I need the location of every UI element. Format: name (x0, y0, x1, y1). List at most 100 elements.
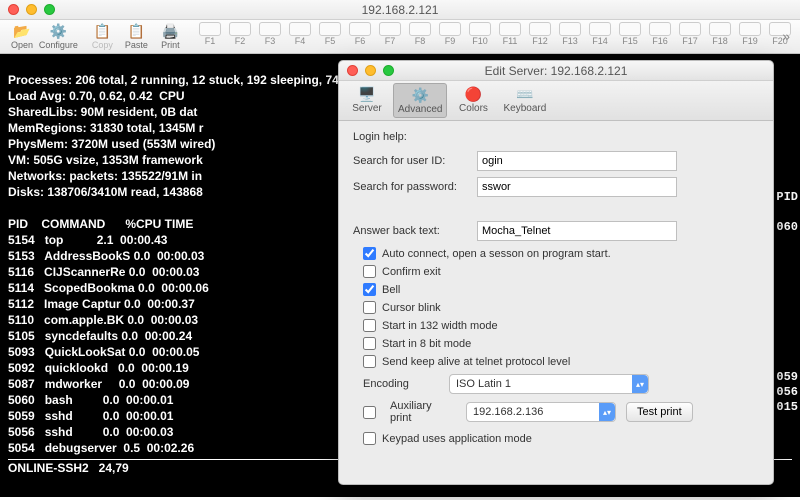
terminal-line: 5153 AddressBookS 0.0 00:00.03 (8, 249, 204, 263)
keypad-app-checkbox[interactable] (363, 432, 376, 445)
dialog-body: Login help: Search for user ID: Search f… (339, 121, 773, 460)
start-8bit-checkbox[interactable] (363, 337, 376, 350)
auto-connect-checkbox[interactable] (363, 247, 376, 260)
terminal-line: 5093 QuickLookSat 0.0 00:00.05 (8, 345, 199, 359)
f10-button[interactable]: F10 (466, 22, 494, 46)
aux-print-label: Auxiliary print (390, 400, 456, 424)
f14-button[interactable]: F14 (586, 22, 614, 46)
confirm-exit-checkbox[interactable] (363, 265, 376, 278)
folder-icon: 📂 (11, 22, 33, 40)
chevron-updown-icon: ▴▾ (603, 408, 611, 417)
close-window-button[interactable] (8, 4, 19, 15)
terminal-line: PID COMMAND %CPU TIME (8, 217, 207, 231)
dialog-zoom-button[interactable] (383, 65, 394, 76)
window-title: 192.168.2.121 (362, 3, 439, 17)
cursor-blink-label: Cursor blink (382, 302, 441, 314)
tab-colors[interactable]: 🔴Colors (451, 83, 495, 116)
aux-print-checkbox[interactable] (363, 406, 376, 419)
f11-button[interactable]: F11 (496, 22, 524, 46)
tab-advanced[interactable]: ⚙️Advanced (393, 83, 447, 118)
aux-print-popup[interactable]: 192.168.2.136▴▾ (466, 402, 616, 422)
dialog-minimize-button[interactable] (365, 65, 376, 76)
copy-icon: 📋 (91, 22, 113, 40)
monitor-icon: 🖥️ (356, 85, 378, 103)
terminal-line: 5092 quicklookd 0.0 00:00.19 (8, 361, 189, 375)
send-keepalive-label: Send keep alive at telnet protocol level (382, 356, 570, 368)
main-titlebar: 192.168.2.121 (0, 0, 800, 20)
minimize-window-button[interactable] (26, 4, 37, 15)
terminal-line: SharedLibs: 90M resident, 0B dat (8, 105, 197, 119)
password-label: Search for password: (353, 181, 477, 193)
confirm-exit-label: Confirm exit (382, 266, 441, 278)
auto-connect-label: Auto connect, open a sesson on program s… (382, 248, 611, 260)
dialog-close-button[interactable] (347, 65, 358, 76)
copy-button[interactable]: 📋Copy (86, 22, 118, 50)
send-keepalive-checkbox[interactable] (363, 355, 376, 368)
paste-button[interactable]: 📋Paste (120, 22, 152, 50)
paste-icon: 📋 (125, 22, 147, 40)
cursor-blink-checkbox[interactable] (363, 301, 376, 314)
f2-button[interactable]: F2 (226, 22, 254, 46)
f3-button[interactable]: F3 (256, 22, 284, 46)
start-132-checkbox[interactable] (363, 319, 376, 332)
password-input[interactable] (477, 177, 677, 197)
dialog-title: Edit Server: 192.168.2.121 (485, 64, 628, 78)
f5-button[interactable]: F5 (316, 22, 344, 46)
terminal-line: Load Avg: 0.70, 0.62, 0.42 CPU (8, 89, 188, 103)
terminal-line: 5114 ScopedBookma 0.0 00:00.06 (8, 281, 209, 295)
keyboard-icon: ⌨️ (514, 85, 536, 103)
f4-button[interactable]: F4 (286, 22, 314, 46)
f13-button[interactable]: F13 (556, 22, 584, 46)
terminal-line: 5105 syncdefaults 0.0 00:00.24 (8, 329, 192, 343)
f17-button[interactable]: F17 (676, 22, 704, 46)
terminal-line: 5110 com.apple.BK 0.0 00:00.03 (8, 313, 198, 327)
tab-keyboard[interactable]: ⌨️Keyboard (499, 83, 550, 116)
terminal-line: Networks: packets: 135522/91M in (8, 169, 202, 183)
printer-icon: 🖨️ (159, 22, 181, 40)
f1-button[interactable]: F1 (196, 22, 224, 46)
f12-button[interactable]: F12 (526, 22, 554, 46)
open-button[interactable]: 📂Open (6, 22, 38, 50)
terminal-right-peek: PID 060 059 056 015 (776, 54, 800, 497)
zoom-window-button[interactable] (44, 4, 55, 15)
f8-button[interactable]: F8 (406, 22, 434, 46)
f6-button[interactable]: F6 (346, 22, 374, 46)
bell-checkbox[interactable] (363, 283, 376, 296)
f7-button[interactable]: F7 (376, 22, 404, 46)
terminal-line: 5059 sshd 0.0 00:00.01 (8, 409, 173, 423)
terminal-line: 5112 Image Captur 0.0 00:00.37 (8, 297, 195, 311)
terminal-line: VM: 505G vsize, 1353M framework (8, 153, 206, 167)
traffic-lights (8, 4, 55, 15)
terminal-line: PhysMem: 3720M used (553M wired) (8, 137, 215, 151)
terminal-line: 5087 mdworker 0.0 00:00.09 (8, 377, 189, 391)
gear-icon: ⚙️ (47, 22, 69, 40)
dialog-traffic-lights (347, 65, 394, 76)
answer-back-input[interactable] (477, 221, 677, 241)
main-toolbar: 📂Open ⚙️Configure 📋Copy 📋Paste 🖨️Print F… (0, 20, 800, 54)
user-id-input[interactable] (477, 151, 677, 171)
f16-button[interactable]: F16 (646, 22, 674, 46)
dialog-tabs: 🖥️Server ⚙️Advanced 🔴Colors ⌨️Keyboard (339, 81, 773, 121)
toolbar-overflow-icon[interactable]: » (782, 28, 790, 44)
tab-server[interactable]: 🖥️Server (345, 83, 389, 116)
start-8bit-label: Start in 8 bit mode (382, 338, 471, 350)
f9-button[interactable]: F9 (436, 22, 464, 46)
test-print-button[interactable]: Test print (626, 402, 693, 422)
terminal-line: Disks: 138706/3410M read, 143868 (8, 185, 203, 199)
user-id-label: Search for user ID: (353, 155, 477, 167)
answer-back-label: Answer back text: (353, 225, 477, 237)
f18-button[interactable]: F18 (706, 22, 734, 46)
f15-button[interactable]: F15 (616, 22, 644, 46)
login-help-label: Login help: (353, 131, 759, 143)
terminal-line: 5060 bash 0.0 00:00.01 (8, 393, 173, 407)
configure-button[interactable]: ⚙️Configure (40, 22, 77, 50)
encoding-label: Encoding (363, 378, 439, 390)
edit-server-dialog: Edit Server: 192.168.2.121 🖥️Server ⚙️Ad… (338, 60, 774, 485)
f19-button[interactable]: F19 (736, 22, 764, 46)
dialog-titlebar[interactable]: Edit Server: 192.168.2.121 (339, 61, 773, 81)
chevron-updown-icon: ▴▾ (636, 380, 644, 389)
print-button[interactable]: 🖨️Print (154, 22, 186, 50)
terminal-line: 5154 top 2.1 00:00.43 (8, 233, 167, 247)
encoding-popup[interactable]: ISO Latin 1▴▾ (449, 374, 649, 394)
terminal-line: 5054 debugserver 0.5 00:02.26 (8, 441, 194, 455)
